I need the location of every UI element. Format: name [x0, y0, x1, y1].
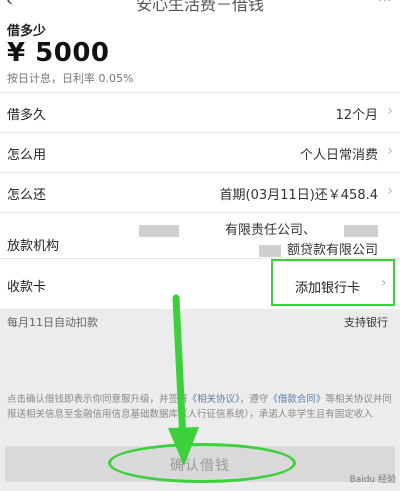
autopay-note: 每月11日自动扣款 — [7, 316, 98, 329]
chevron-right-icon: › — [387, 143, 393, 159]
agreement-part: 报送相关信息至金融信用信息基础数据库（人行征信系统），承诺 — [7, 409, 278, 420]
row-term[interactable]: 借多久 12个月 › — [0, 92, 400, 132]
receiving-card-label: 收款卡 — [7, 280, 47, 295]
loan-details-list: 借多久 12个月 › 怎么用 个人日常消费 › 怎么还 首期(03月11日)还￥… — [0, 92, 400, 273]
repayment-label: 怎么还 — [7, 188, 47, 203]
agreement-part: ，遵守 — [239, 394, 269, 405]
add-bank-card-button[interactable]: 添加银行卡 › — [271, 259, 395, 306]
page-title: 安心生活费－借钱 — [135, 0, 264, 14]
add-bank-card-label: 添加银行卡 — [295, 281, 361, 296]
watermark: Baidu 经验 — [349, 475, 396, 485]
related-agreements-link[interactable]: 《相关协议》 — [188, 394, 240, 405]
agreement-part: 等相关协议并同 — [325, 394, 392, 405]
chevron-right-icon: › — [387, 103, 393, 119]
lender-name-line2: 额贷款有限公司 — [286, 243, 378, 258]
agreement-part: 点击确认借钱即表示你同意服 — [7, 394, 131, 405]
agreement-text: 点击确认借钱即表示你同意服升级，并签署《相关协议》，遵守《借款合同》等相关协议并… — [7, 392, 393, 422]
repayment-value: 首期(03月11日)还￥458.4 — [219, 188, 378, 203]
lender-name-line1: 有限责任公司、 — [224, 223, 316, 238]
chevron-right-icon: › — [387, 183, 393, 199]
supported-banks-link[interactable]: 支持银行 — [344, 314, 388, 330]
row-repayment[interactable]: 怎么还 首期(03月11日)还￥458.4 › — [0, 172, 400, 212]
more-icon[interactable]: ⋯ — [378, 0, 392, 8]
chevron-right-icon: › — [381, 275, 387, 291]
agreement-part: 人非学生且有固定收入 — [277, 409, 373, 420]
amount-value[interactable]: ¥ 5000 — [7, 38, 110, 68]
receiving-card-row: 收款卡 添加银行卡 › — [0, 258, 400, 309]
top-bar: ‹ 安心生活费－借钱 ⋯ — [0, 0, 400, 16]
usage-value: 个人日常消费 — [299, 148, 378, 163]
row-usage[interactable]: 怎么用 个人日常消费 › — [0, 132, 400, 172]
usage-label: 怎么用 — [7, 148, 47, 163]
amount-label: 借多少 — [7, 24, 47, 39]
term-value: 12个月 — [335, 108, 378, 123]
highlight-ellipse — [108, 443, 296, 483]
redacted-block — [138, 224, 179, 237]
lender-value: 有限责任公司、 额贷款有限公司 — [138, 221, 378, 261]
loan-contract-link[interactable]: 《借款合同》 — [268, 394, 325, 405]
term-label: 借多久 — [7, 108, 47, 123]
redacted-block — [344, 224, 378, 237]
agreement-part: 升级，并签署 — [130, 394, 188, 405]
lender-label: 放款机构 — [7, 239, 60, 254]
loan-amount-section: 借多少 ¥ 5000 按日计息，日利率 0.05% — [0, 16, 400, 92]
interest-note: 按日计息，日利率 0.05% — [7, 72, 134, 85]
redacted-block — [258, 244, 281, 257]
